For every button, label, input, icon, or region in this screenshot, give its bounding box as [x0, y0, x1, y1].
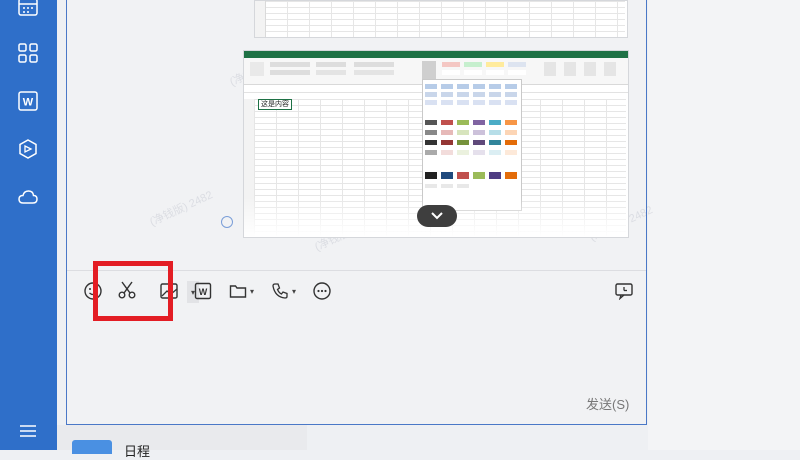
list-item[interactable]: 日程	[57, 425, 307, 459]
chevron-down-icon: ▾	[250, 286, 255, 296]
chat-window: (净钱版) 2482 (净钱版) 2482 (净钱版) 2482 (净钱版) 2…	[66, 0, 655, 425]
more-icon[interactable]	[312, 279, 332, 303]
svg-text:W: W	[23, 97, 34, 109]
avatar	[72, 440, 112, 454]
watermark: (净钱版) 2482	[148, 189, 215, 229]
spreadsheet-image[interactable]	[254, 0, 628, 38]
expand-button[interactable]	[417, 205, 457, 227]
spreadsheet-cell: 这是内容	[258, 99, 292, 110]
word-doc-icon[interactable]: W	[194, 279, 212, 303]
word-doc-icon[interactable]: W	[15, 88, 41, 114]
chevron-down-icon: ▾	[292, 286, 297, 296]
call-button[interactable]: ▾	[271, 279, 296, 303]
folder-icon	[229, 285, 247, 298]
cell-styles-gallery	[422, 79, 522, 211]
loading-spinner	[221, 216, 233, 228]
emoji-icon[interactable]	[83, 279, 103, 303]
cloud-icon[interactable]	[15, 184, 41, 210]
background-panel	[648, 0, 800, 450]
message-input[interactable]	[67, 311, 646, 391]
scissors-icon	[118, 281, 136, 299]
list-item-label: 日程	[124, 444, 151, 459]
excel-title-bar	[244, 51, 628, 58]
chevron-down-icon	[431, 212, 443, 220]
screenshot-button[interactable]: ▾	[117, 277, 199, 303]
hamburger-menu-icon[interactable]	[15, 418, 41, 444]
chat-history-icon[interactable]	[614, 279, 634, 303]
calendar-icon[interactable]	[15, 0, 41, 20]
sidebar: W	[0, 0, 57, 450]
svg-text:W: W	[199, 287, 208, 297]
phone-icon	[272, 283, 288, 299]
folder-button[interactable]: ▾	[229, 279, 254, 303]
apps-grid-icon[interactable]	[15, 40, 41, 66]
send-button[interactable]: 发送(S)	[586, 394, 629, 413]
input-toolbar: ▾ W ▾ ▾	[67, 271, 646, 311]
image-icon[interactable]	[159, 279, 179, 303]
message-area: (净钱版) 2482 (净钱版) 2482 (净钱版) 2482 (净钱版) 2…	[67, 0, 655, 270]
cube-icon[interactable]	[15, 136, 41, 162]
